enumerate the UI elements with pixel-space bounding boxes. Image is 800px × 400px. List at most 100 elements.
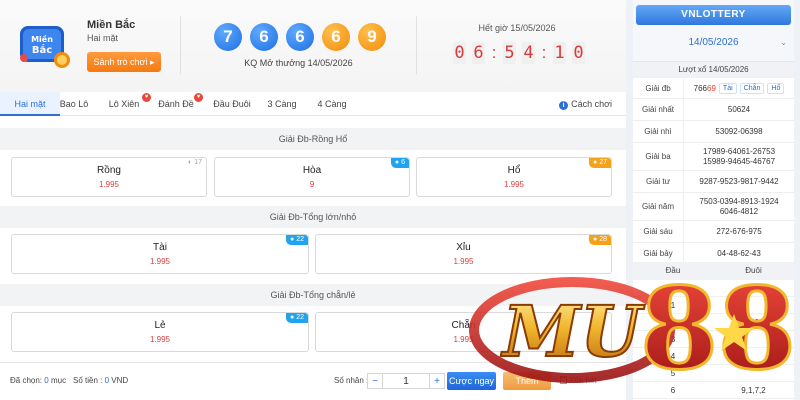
- draw-date-value: 14/05/2026: [688, 37, 739, 48]
- tab-dau-duoi[interactable]: Đầu Đuôi: [211, 92, 253, 116]
- tail-digits: [713, 297, 794, 313]
- result-balls: 7 6 6 6 9: [214, 23, 386, 51]
- special-prize-number: 76669: [693, 83, 716, 93]
- sidebar-header: VNLOTTERY 14/05/2026 ⌄: [633, 0, 794, 62]
- svg-text:Bắc: Bắc: [32, 43, 52, 56]
- prize-numbers: 17989-64061-26753 15989-94645-46767: [683, 143, 794, 170]
- timer-separator: :: [491, 43, 497, 62]
- bet-count-badge: ● 27: [589, 158, 611, 168]
- head-digit: 0: [670, 284, 676, 293]
- result-row: Giải nhì 53092-06398: [633, 121, 794, 143]
- result-row: Giải sáu 272-676-975: [633, 221, 794, 243]
- bet-option-xiu[interactable]: Xỉu 1.995 ● 28: [315, 234, 612, 274]
- amount-label: Số tiền :: [73, 376, 103, 385]
- tab-hai-mat[interactable]: Hai mặt: [0, 92, 60, 116]
- bet-count-value: 6: [401, 159, 405, 166]
- head-tail-row: 2 4,2: [633, 314, 794, 331]
- bet-option-chan[interactable]: Chẵn 1.995: [315, 312, 612, 352]
- main-panel: Miền Bắc Miền Bắc Hai mặt Sảnh trò chơi …: [0, 0, 626, 400]
- bet-now-button[interactable]: Cược ngay: [447, 372, 496, 390]
- decrease-button[interactable]: −: [367, 373, 383, 389]
- divider: [416, 16, 417, 74]
- selected-value: 0: [44, 376, 49, 385]
- head-tail-row: 1: [633, 297, 794, 314]
- head-tail-table: Đầu Đuôi 0 3,4 1 2 4,2 3 4 5 6 9,1,7,2: [633, 262, 794, 399]
- multiplier-input[interactable]: 1: [383, 373, 429, 389]
- bet-option-hoa[interactable]: Hòa 9 ● 6: [214, 157, 410, 197]
- prize-label: Giải sáu: [643, 227, 673, 236]
- bet-option-name: Hổ: [507, 165, 521, 176]
- tab-danh-de[interactable]: Đánh Đề: [156, 92, 196, 116]
- svg-text:Miền: Miền: [31, 34, 53, 44]
- bet-option-odds: 1.995: [149, 335, 171, 344]
- results-sidebar: VNLOTTERY 14/05/2026 ⌄ Lượt xổ 14/05/202…: [633, 0, 794, 400]
- bet-option-name: Chẵn: [451, 320, 476, 331]
- head-column-header: Đầu: [665, 266, 681, 275]
- region-title: Miền Bắc: [87, 19, 136, 31]
- clear-all-label: Xóa hết: [569, 376, 597, 385]
- result-caption: KQ Mở thưởng 14/05/2026: [244, 58, 353, 68]
- amount-unit: VND: [111, 376, 129, 385]
- tail-digits: 9,1,7,2: [741, 386, 766, 395]
- game-mode: Hai mặt: [87, 33, 119, 43]
- tab-bao-lo[interactable]: Bao Lô: [52, 92, 96, 116]
- game-lobby-button[interactable]: Sảnh trò chơi ▸: [87, 52, 161, 72]
- bet-option-le[interactable]: Lẻ 1.995 ● 22: [11, 312, 309, 352]
- bet-count-value: 22: [296, 314, 304, 321]
- tab-4-cang[interactable]: 4 Càng: [312, 92, 352, 116]
- bet-option-ho[interactable]: Hổ 1.995 ● 27: [416, 157, 612, 197]
- tail-column-header: Đuôi: [745, 266, 762, 275]
- divider: [180, 16, 181, 74]
- increase-button[interactable]: +: [429, 373, 445, 389]
- result-row: Giải tư 9287-9523-9817-9442: [633, 171, 794, 193]
- bet-count-value: 27: [599, 159, 607, 166]
- bet-count-badge: ● 22: [286, 235, 308, 245]
- head-tail-header: Đầu Đuôi: [633, 262, 794, 280]
- tab-3-cang[interactable]: 3 Càng: [262, 92, 302, 116]
- timer-digit: 5: [503, 42, 516, 64]
- prize-numbers: 272-676-975: [683, 221, 794, 242]
- bet-option-odds: 1.995: [453, 335, 474, 344]
- bet-option-tai[interactable]: Tài 1.995 ● 22: [11, 234, 309, 274]
- result-attribute-chip: Chẵn: [739, 83, 765, 94]
- draw-date-select[interactable]: 14/05/2026 ⌄: [636, 32, 791, 54]
- selected-label: Đã chọn:: [10, 376, 43, 385]
- timer-digit: 6: [472, 42, 485, 64]
- prize-number-line: 04-48-62-43: [717, 248, 761, 258]
- timer-digit: 0: [572, 42, 585, 64]
- hot-badge: ♥: [142, 93, 151, 102]
- vnlottery-banner: VNLOTTERY: [636, 5, 791, 25]
- head-tail-row: 3: [633, 331, 794, 348]
- result-row: Giải năm 7503-0394-8913-1924 6046-4812: [633, 193, 794, 221]
- clear-all-button[interactable]: Xóa hết: [560, 376, 597, 385]
- head-digit: 3: [670, 335, 676, 344]
- tail-digits: [713, 365, 794, 381]
- result-row: Giải đb 76669 Tài Chẵn Hổ: [633, 79, 794, 99]
- deadline-caption: Hết giờ 15/05/2026: [478, 23, 556, 33]
- result-attribute-chip: Hổ: [767, 83, 785, 94]
- bet-option-rong[interactable]: Rồng 1.995 ◐ 17: [11, 157, 207, 197]
- result-ball: 9: [358, 23, 386, 51]
- add-to-slip-button[interactable]: Thêm: [503, 372, 551, 390]
- prize-label: Giải đb: [645, 84, 671, 93]
- hot-badge: ♥: [194, 93, 203, 102]
- tab-lo-xien[interactable]: Lô Xiên: [104, 92, 144, 116]
- bet-count-value: 17: [194, 159, 202, 166]
- info-icon: i: [559, 101, 569, 110]
- prize-number-line: 272-676-975: [716, 226, 762, 236]
- bet-count-badge: ● 28: [589, 235, 611, 245]
- countdown-timer: 06:54:10: [453, 42, 585, 64]
- prize-numbers: 53092-06398: [683, 121, 794, 142]
- prize-numbers: 50624: [683, 99, 794, 120]
- head-digit: 4: [670, 352, 676, 361]
- section-title: Giải Đb-Tổng lớn/nhỏ: [0, 206, 626, 228]
- chevron-down-icon: ⌄: [780, 38, 787, 47]
- timer-digit: 0: [453, 42, 466, 64]
- bet-option-name: Tài: [153, 242, 167, 253]
- prize-label: Giải bảy: [643, 249, 673, 258]
- prize-number-line: 9287-9523-9817-9442: [699, 176, 779, 186]
- timer-digit: 1: [553, 42, 566, 64]
- how-to-play-link[interactable]: i Cách chơi: [559, 92, 612, 116]
- head-tail-row: 5: [633, 365, 794, 382]
- game-tabs: Hai mặt Bao Lô Lô Xiên ♥ Đánh Đề ♥ Đầu Đ…: [0, 92, 626, 116]
